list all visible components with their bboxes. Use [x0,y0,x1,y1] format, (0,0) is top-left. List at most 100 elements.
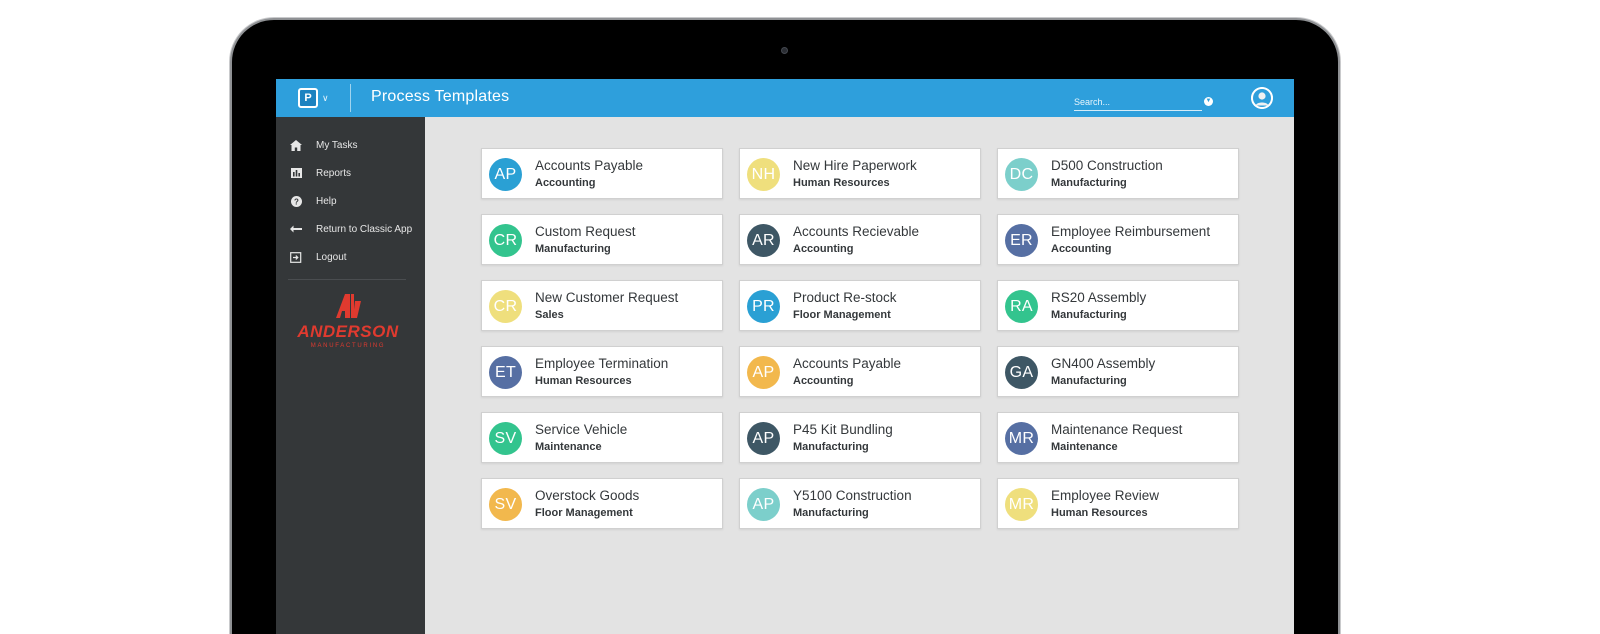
template-title: New Hire Paperwork [793,158,917,173]
initials-badge: AP [747,356,780,389]
camera-icon [781,47,788,54]
app-logo-icon: P [298,88,318,108]
sidebar-item-label: Help [316,195,337,207]
template-card[interactable]: SV Overstock Goods Floor Management [481,478,723,529]
template-card[interactable]: MR Maintenance Request Maintenance [997,412,1239,463]
user-avatar-icon [1251,87,1273,109]
initials-badge: ER [1005,224,1038,257]
sidebar-nav: My Tasks Reports ? Help Return to Classi… [276,117,425,271]
logout-icon [290,251,302,263]
template-card[interactable]: RA RS20 Assembly Manufacturing [997,280,1239,331]
initials-badge: DC [1005,158,1038,191]
sidebar-item-logout[interactable]: Logout [276,243,425,271]
template-card[interactable]: GA GN400 Assembly Manufacturing [997,346,1239,397]
template-category: Human Resources [793,177,890,189]
template-category: Floor Management [793,309,891,321]
template-category: Maintenance [1051,441,1118,453]
template-category: Manufacturing [1051,309,1127,321]
sidebar-item-label: My Tasks [316,139,358,151]
template-card[interactable]: ET Employee Termination Human Resources [481,346,723,397]
initials-badge: ET [489,356,522,389]
template-title: Employee Reimbursement [1051,224,1211,239]
template-card[interactable]: SV Service Vehicle Maintenance [481,412,723,463]
template-card[interactable]: CR Custom Request Manufacturing [481,214,723,265]
app-screen: P ∨ Process Templates ▼ My Tasks [276,79,1294,634]
initials-badge: MR [1005,488,1038,521]
initials-badge: PR [747,290,780,323]
template-title: GN400 Assembly [1051,356,1156,371]
template-category: Manufacturing [793,441,869,453]
top-bar: P ∨ Process Templates ▼ [276,79,1294,117]
sidebar-item-label: Reports [316,167,352,179]
home-icon [290,139,302,151]
app-switcher-button[interactable]: P ∨ [298,87,334,109]
initials-badge: SV [489,422,522,455]
template-title: Custom Request [535,224,636,239]
template-category: Manufacturing [1051,375,1127,387]
template-card[interactable]: AP Accounts Payable Accounting [481,148,723,199]
template-card[interactable]: AP P45 Kit Bundling Manufacturing [739,412,981,463]
template-card[interactable]: MR Employee Review Human Resources [997,478,1239,529]
template-category: Human Resources [1051,507,1148,519]
sidebar-item-help[interactable]: ? Help [276,187,425,215]
bar-chart-icon [290,167,302,179]
initials-badge: NH [747,158,780,191]
initials-badge: CR [489,290,522,323]
template-title: D500 Construction [1051,158,1163,173]
template-category: Accounting [535,177,596,189]
template-title: Maintenance Request [1051,422,1183,437]
svg-text:?: ? [294,197,299,206]
template-card[interactable]: AR Accounts Recievable Accounting [739,214,981,265]
search-input[interactable] [1074,94,1202,111]
page-title: Process Templates [371,88,510,105]
template-card[interactable]: CR New Customer Request Sales [481,280,723,331]
search-dropdown-icon[interactable]: ▼ [1204,97,1213,106]
template-category: Manufacturing [793,507,869,519]
template-category: Accounting [793,375,854,387]
initials-badge: RA [1005,290,1038,323]
template-card[interactable]: AP Y5100 Construction Manufacturing [739,478,981,529]
search-box: ▼ [1074,92,1219,111]
template-card[interactable]: ER Employee Reimbursement Accounting [997,214,1239,265]
brand-name: ANDERSON [297,322,399,341]
avatar[interactable] [1251,87,1273,109]
template-category: Accounting [793,243,854,255]
template-title: Product Re-stock [793,290,897,305]
template-category: Human Resources [535,375,632,387]
sidebar-item-return-classic[interactable]: Return to Classic App [276,215,425,243]
sidebar-item-label: Logout [316,251,347,263]
template-title: Accounts Payable [535,158,644,173]
template-title: Y5100 Construction [793,488,912,503]
sidebar-item-my-tasks[interactable]: My Tasks [276,131,425,159]
initials-badge: SV [489,488,522,521]
brand-subtitle: MANUFACTURING [310,343,386,349]
header-divider [350,84,351,112]
initials-badge: AP [489,158,522,191]
template-category: Maintenance [535,441,602,453]
template-title: Employee Termination [535,356,669,371]
anderson-logo-icon [336,294,361,318]
initials-badge: CR [489,224,522,257]
sidebar: My Tasks Reports ? Help Return to Classi… [276,117,425,634]
template-card[interactable]: NH New Hire Paperwork Human Resources [739,148,981,199]
template-category: Accounting [1051,243,1112,255]
template-title: Overstock Goods [535,488,640,503]
template-title: Accounts Payable [793,356,902,371]
help-circle-icon: ? [290,195,302,207]
chevron-down-icon: ∨ [322,92,329,103]
initials-badge: GA [1005,356,1038,389]
template-card[interactable]: PR Product Re-stock Floor Management [739,280,981,331]
initials-badge: AP [747,488,780,521]
sidebar-item-reports[interactable]: Reports [276,159,425,187]
sidebar-divider [288,279,406,280]
template-card[interactable]: AP Accounts Payable Accounting [739,346,981,397]
template-category: Manufacturing [535,243,611,255]
template-title: Accounts Recievable [793,224,920,239]
template-category: Sales [535,309,564,321]
return-arrow-icon [290,223,302,235]
initials-badge: AR [747,224,780,257]
template-title: Service Vehicle [535,422,628,437]
company-logo: ANDERSON MANUFACTURING [288,293,408,353]
template-card[interactable]: DC D500 Construction Manufacturing [997,148,1239,199]
template-title: P45 Kit Bundling [793,422,893,437]
